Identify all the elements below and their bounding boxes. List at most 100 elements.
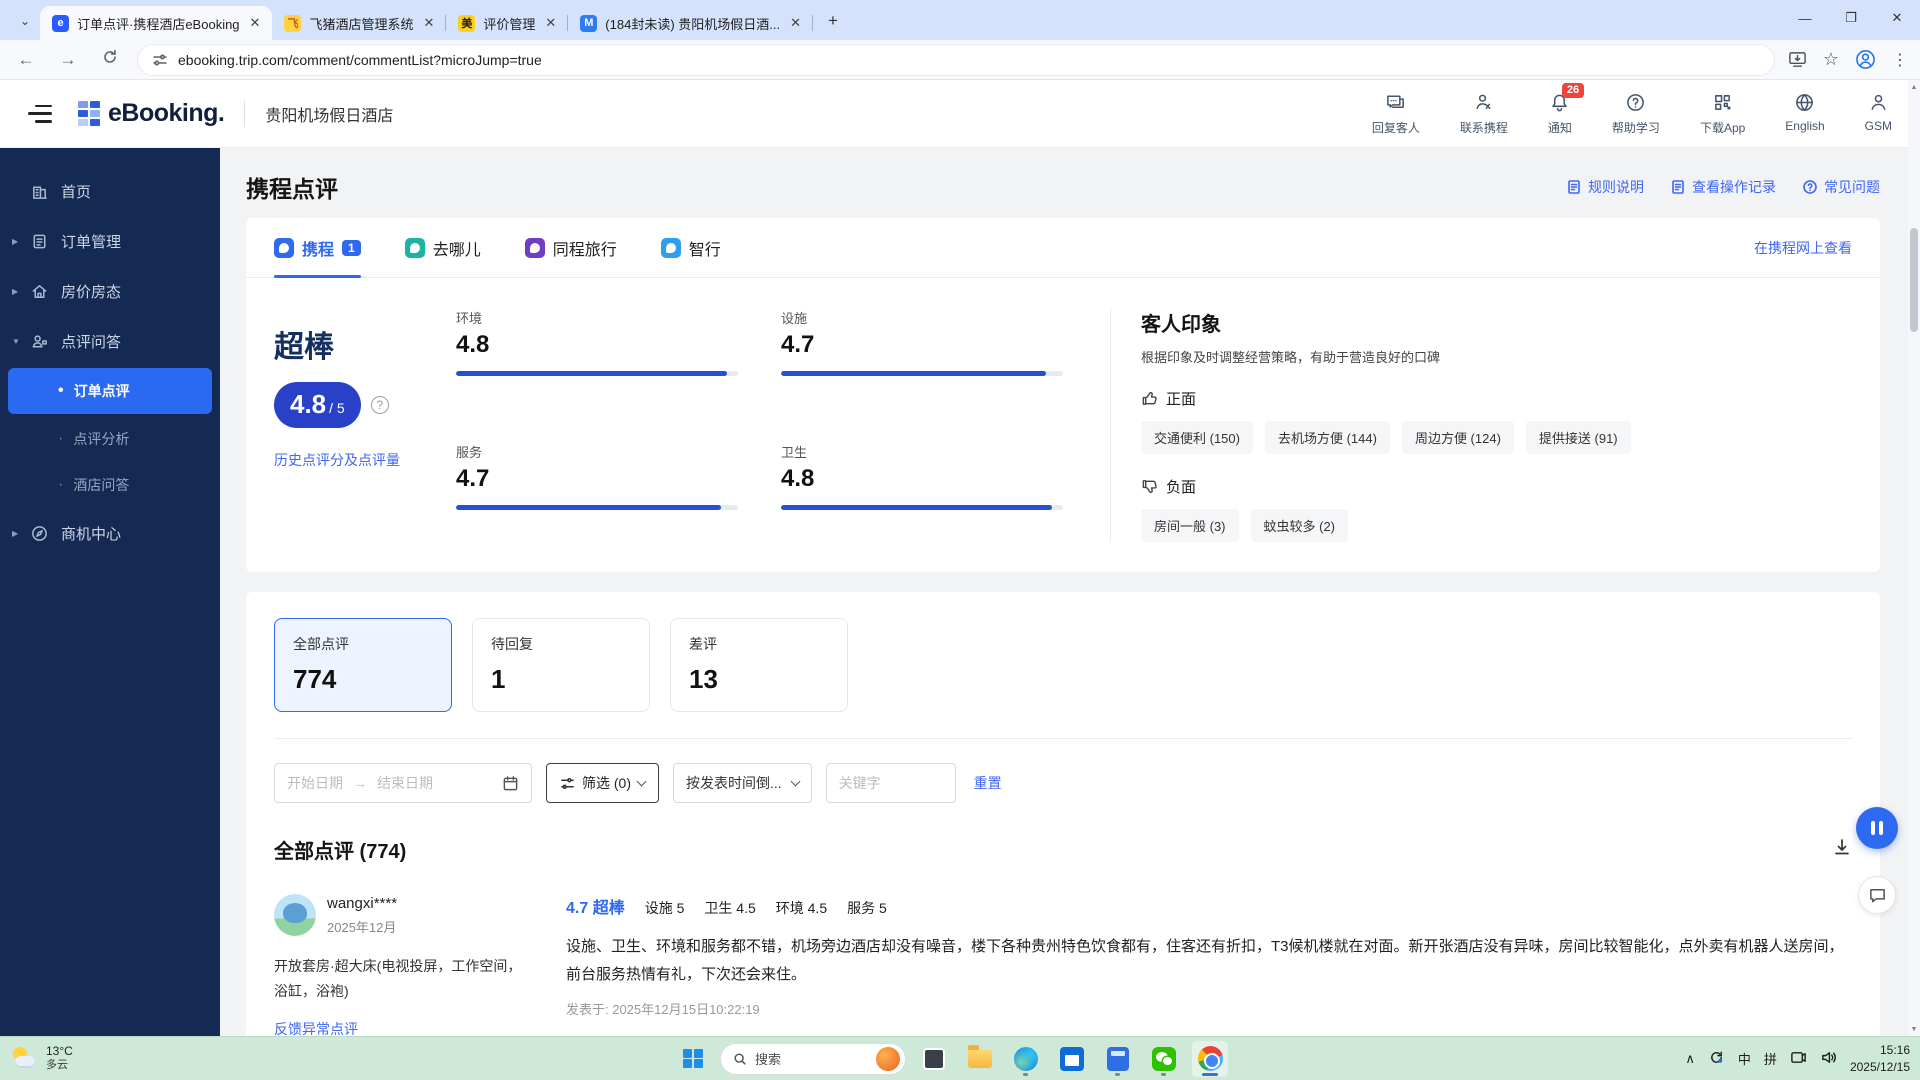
edge-icon: [1014, 1046, 1038, 1071]
start-button[interactable]: [676, 1042, 710, 1076]
touch-keyboard-icon[interactable]: [1790, 1049, 1807, 1069]
back-icon[interactable]: ←: [12, 50, 40, 70]
collapse-caret-icon: ▼: [12, 336, 20, 346]
impression-tag[interactable]: 交通便利 (150): [1141, 421, 1253, 454]
tray-expand-icon[interactable]: ∧: [1685, 1051, 1695, 1067]
sidebar-item-home[interactable]: 首页: [0, 166, 220, 216]
sidebar-subitem-order-reviews[interactable]: • 订单点评: [8, 368, 212, 414]
browser-menu-icon[interactable]: ⋮: [1892, 50, 1908, 70]
date-range-picker[interactable]: 开始日期 → 结束日期: [274, 763, 532, 803]
address-bar[interactable]: ebooking.trip.com/comment/commentList?mi…: [138, 44, 1774, 75]
minimize-button[interactable]: —: [1782, 0, 1828, 36]
update-sync-icon[interactable]: [1708, 1049, 1725, 1069]
feedback-chat-button[interactable]: [1858, 876, 1896, 914]
tab-tongcheng[interactable]: 同程旅行: [524, 218, 617, 278]
taskbar-search[interactable]: 搜索: [720, 1042, 906, 1075]
impression-tag[interactable]: 周边方便 (124): [1401, 421, 1514, 454]
reply-guest-action[interactable]: 回复客人: [1372, 92, 1420, 136]
impression-tag[interactable]: 房间一般 (3): [1141, 509, 1239, 542]
browser-tab[interactable]: 飞 飞猪酒店管理系统 ✕: [272, 6, 447, 40]
rules-link[interactable]: 规则说明: [1566, 177, 1644, 197]
microsoft-store-button[interactable]: [1054, 1041, 1090, 1077]
language-action[interactable]: English: [1785, 92, 1825, 133]
review-month: 2025年12月: [327, 919, 397, 935]
impression-tag[interactable]: 提供接送 (91): [1525, 421, 1631, 454]
bookmark-star-icon[interactable]: ☆: [1823, 49, 1839, 70]
score-help-icon[interactable]: ?: [370, 396, 389, 414]
sort-dropdown[interactable]: 按发表时间倒...: [673, 763, 812, 803]
scrollbar-thumb[interactable]: [1910, 228, 1918, 332]
edge-button[interactable]: [1008, 1041, 1044, 1077]
impression-tag[interactable]: 去机场方便 (144): [1264, 421, 1390, 454]
tab-search-chevron-icon[interactable]: ⌄: [10, 7, 40, 35]
browser-toolbar: ← → ebooking.trip.com/comment/commentLis…: [0, 40, 1920, 80]
download-icon[interactable]: [1832, 837, 1852, 862]
tab-zhixing[interactable]: 智行: [660, 218, 721, 278]
task-view-button[interactable]: [916, 1041, 952, 1077]
stat-pending-reply[interactable]: 待回复 1: [472, 618, 650, 712]
keyword-input[interactable]: [825, 763, 956, 803]
site-settings-icon[interactable]: [152, 52, 168, 68]
scroll-up-icon[interactable]: ▲: [1908, 80, 1920, 94]
notifications-action[interactable]: 26 通知: [1548, 82, 1585, 136]
positive-label: 正面: [1166, 391, 1197, 408]
sidebar-item-rates[interactable]: ▶ 房价房态: [0, 266, 220, 316]
thumbs-down-icon: [1142, 480, 1157, 493]
gsm-account-action[interactable]: GSM: [1865, 92, 1892, 133]
volume-icon[interactable]: [1820, 1049, 1837, 1069]
stat-bad-reviews[interactable]: 差评 13: [670, 618, 848, 712]
ime-mode-indicator[interactable]: 拼: [1764, 1049, 1777, 1068]
close-tab-icon[interactable]: ✕: [788, 15, 803, 31]
taskbar-clock[interactable]: 15:16 2025/12/15: [1850, 1042, 1910, 1074]
wechat-button[interactable]: [1146, 1041, 1182, 1077]
download-app-action[interactable]: 下载App: [1700, 92, 1745, 136]
browser-tab[interactable]: 美 评价管理 ✕: [446, 6, 569, 40]
file-explorer-button[interactable]: [962, 1041, 998, 1077]
browser-tab-active[interactable]: e 订单点评·携程酒店eBooking ✕: [40, 6, 273, 40]
filter-button[interactable]: 筛选 (0): [546, 763, 659, 803]
report-abnormal-review-link[interactable]: 反馈异常点评: [274, 1019, 358, 1036]
faq-link[interactable]: 常见问题: [1802, 177, 1880, 197]
impression-tag[interactable]: 蚊虫较多 (2): [1250, 509, 1349, 542]
chrome-button[interactable]: [1192, 1040, 1228, 1077]
calculator-button[interactable]: [1100, 1041, 1136, 1077]
impression-title: 客人印象: [1141, 314, 1221, 336]
close-tab-icon[interactable]: ✕: [543, 15, 558, 31]
page-scrollbar[interactable]: ▲ ▼: [1908, 80, 1920, 1036]
sidebar-item-reviews[interactable]: ▼ 点评问答: [0, 316, 220, 366]
reload-icon[interactable]: [96, 49, 124, 70]
contact-ctrip-action[interactable]: 联系携程: [1460, 92, 1508, 136]
sidebar-item-business[interactable]: ▶ 商机中心: [0, 508, 220, 558]
reset-link[interactable]: 重置: [974, 773, 1002, 793]
scroll-down-icon[interactable]: ▼: [1908, 1022, 1920, 1036]
install-app-icon[interactable]: [1788, 50, 1807, 69]
sidebar-item-orders[interactable]: ▶ 订单管理: [0, 216, 220, 266]
taskbar-weather-widget[interactable]: 13°C 多云: [0, 1044, 260, 1073]
tab-title: 飞猪酒店管理系统: [309, 16, 414, 32]
tab-ctrip[interactable]: 携程 1: [274, 218, 361, 278]
chevron-down-icon: [636, 776, 647, 787]
tab-qunar[interactable]: 去哪儿: [404, 218, 481, 278]
close-window-button[interactable]: ✕: [1874, 0, 1920, 36]
forward-icon[interactable]: →: [54, 50, 82, 70]
browser-tab[interactable]: M (184封未读) 贵阳机场假日酒... ✕: [568, 6, 813, 40]
assistant-float-button[interactable]: [1856, 807, 1898, 849]
sidebar-subitem-review-analysis[interactable]: · 点评分析: [0, 416, 220, 462]
help-learning-action[interactable]: 帮助学习: [1612, 92, 1660, 136]
profile-avatar-icon[interactable]: [1855, 49, 1876, 70]
restore-button[interactable]: ❐: [1828, 0, 1874, 36]
ime-language-indicator[interactable]: 中: [1738, 1049, 1751, 1068]
calendar-icon: [503, 775, 518, 790]
close-tab-icon[interactable]: ✕: [421, 15, 436, 31]
new-tab-button[interactable]: +: [819, 7, 847, 35]
close-tab-icon[interactable]: ✕: [248, 15, 263, 31]
operation-log-link[interactable]: 查看操作记录: [1670, 177, 1776, 197]
stat-all-reviews[interactable]: 全部点评 774: [274, 618, 452, 712]
score-bar: [781, 505, 1063, 510]
chat-bubble-icon: [1385, 92, 1407, 114]
view-on-ctrip-link[interactable]: 在携程网上查看: [1754, 238, 1852, 258]
negative-label: 负面: [1166, 479, 1197, 496]
history-score-link[interactable]: 历史点评分及点评量: [274, 450, 444, 470]
collapse-sidebar-icon[interactable]: [28, 104, 52, 123]
sidebar-subitem-hotel-qa[interactable]: · 酒店问答: [0, 462, 220, 508]
